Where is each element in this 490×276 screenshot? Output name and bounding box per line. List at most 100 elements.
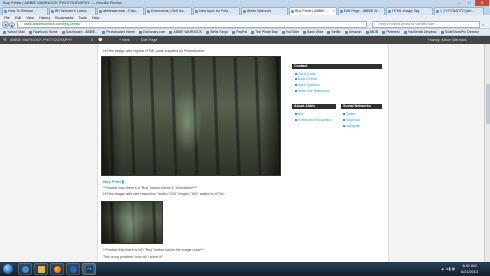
bookmark-icon <box>403 30 407 34</box>
scrollbar-thumb[interactable] <box>486 84 490 124</box>
intro-text: Hi Res Image with regular HTML code supp… <box>103 49 205 53</box>
updates-count[interactable]: 5 <box>91 36 93 44</box>
favicon-icon <box>99 10 102 13</box>
favicon-icon <box>4 10 7 13</box>
contact-link[interactable]: Write Your Testimonial <box>295 89 329 93</box>
about-link[interactable]: Events and Recognition <box>295 118 332 122</box>
bookmark-item[interactable]: Photobucket Home <box>102 29 135 35</box>
firefox-icon[interactable] <box>50 263 64 275</box>
wp-admin-bar: Ⓦ ABBIE WARNOCK PHOTOGRAPHY 5 💬 + New Ed… <box>0 36 490 44</box>
social-link[interactable]: Facebook <box>343 118 360 122</box>
bullet-icon <box>295 118 297 121</box>
bookmark-item[interactable]: SlideShowPro Director <box>440 29 479 35</box>
system-tray[interactable]: ▲ ◂ ▮ ◉ <box>441 266 455 271</box>
bookmark-item[interactable]: Dashboard - ABBIE... <box>61 29 98 35</box>
explorer-icon[interactable] <box>34 263 48 275</box>
comments-icon[interactable]: 💬 <box>98 36 103 44</box>
bookmark-item[interactable]: Bank Wise <box>303 29 323 35</box>
photoshop-icon[interactable]: Ps <box>82 263 96 275</box>
notice-text-2: ***Notice that there is NO "Buy" button … <box>103 248 205 252</box>
admin-howdy[interactable]: Howdy, Abbie Warnock <box>428 36 467 44</box>
bookmark-item[interactable]: PayPal <box>232 29 247 35</box>
navigation-bar: ◂ ▸ www.abbiewarnock.com/buy-prints/ lim… <box>0 20 490 29</box>
home-icon[interactable]: ⌂ <box>482 22 484 27</box>
bookmark-item[interactable]: Netflix <box>327 29 341 35</box>
bookmark-item[interactable]: Yahoo! Mail <box>3 29 25 35</box>
bookmark-item[interactable]: Amazon <box>345 29 361 35</box>
contact-link[interactable]: Ask A Question <box>295 83 320 87</box>
bookmark-item[interactable]: IMDB <box>365 29 378 35</box>
admin-edit-page-link[interactable]: Edit Page <box>141 36 157 44</box>
contact-widget-title: Contact <box>292 64 382 69</box>
tab[interactable]: Edit Page - ABBIE W... <box>338 7 385 15</box>
bookmark-item[interactable]: YouTube <box>281 29 299 35</box>
bullet-icon <box>295 83 297 86</box>
bullet-icon <box>295 72 297 75</box>
tab[interactable]: HTML Image Tag <box>386 7 433 15</box>
media-player-icon[interactable] <box>66 263 80 275</box>
bookmark-icon <box>345 30 348 34</box>
favicon-icon <box>147 10 150 13</box>
social-link[interactable]: Instagram <box>343 124 360 128</box>
search-input[interactable]: limit a hosted photo to specific size <box>372 21 480 28</box>
tab[interactable]: 1_FOTOMOTO pict... <box>434 7 484 15</box>
favicon-icon <box>340 10 343 13</box>
bookmark-icon <box>232 30 236 34</box>
tab[interactable]: How To Reduce ... <box>2 7 48 15</box>
bullet-icon <box>343 112 345 115</box>
contact-link[interactable]: Get A Quote <box>295 72 315 76</box>
taskbar: Ps ▲ ◂ ▮ ◉ 6:41 AM 6/21/2013 <box>0 262 490 276</box>
tab[interactable]: Abbie Warnock <box>241 7 288 15</box>
bookmark-item[interactable]: Wells Fargo <box>206 29 228 35</box>
bookmark-item[interactable]: ABBIE WARNOCK <box>169 29 202 35</box>
favicon-icon <box>388 10 391 13</box>
wordpress-icon[interactable]: Ⓦ <box>3 36 7 44</box>
bullet-icon <box>295 77 297 80</box>
back-button[interactable]: ◂ <box>2 21 9 28</box>
tab[interactable]: New topic for Foto... <box>193 7 240 15</box>
admin-site-link[interactable]: ABBIE WARNOCK PHOTOGRAPHY <box>10 36 72 44</box>
forward-button[interactable]: ▸ <box>9 21 15 28</box>
page-scrollbar[interactable] <box>484 44 490 262</box>
bookmarks-toolbar: Yahoo! Mail Facebook Home Dashboard - AB… <box>0 29 490 36</box>
bookmark-item[interactable]: Facebook Home <box>28 29 58 35</box>
favicon-icon <box>51 10 54 13</box>
windows-start-icon[interactable] <box>3 264 13 274</box>
about-widget-title: About Abbie <box>292 104 336 109</box>
bullet-icon <box>295 112 297 115</box>
ie-icon[interactable] <box>18 263 32 275</box>
bookmark-icon <box>61 30 65 34</box>
bookmark-icon <box>303 30 307 34</box>
bookmark-icon <box>281 30 285 34</box>
social-link[interactable]: Twitter <box>343 112 355 116</box>
social-widget-title: Social Networks <box>341 104 382 109</box>
bookmark-item[interactable]: The Pirate Bay <box>251 29 278 35</box>
bookmark-item[interactable]: Dictionary.com <box>139 29 165 35</box>
about-link[interactable]: Bio <box>295 112 303 116</box>
bookmark-item[interactable]: YouSendit Dropbox <box>403 29 437 35</box>
url-input[interactable]: www.abbiewarnock.com/buy-prints/ <box>17 21 367 28</box>
tab[interactable]: BH Women's Lokes... <box>49 7 96 15</box>
bookmark-icon <box>206 30 210 34</box>
bookmark-icon <box>139 30 143 34</box>
tab[interactable]: abbiewarnock - Foto... <box>97 7 144 15</box>
bullet-icon <box>295 89 297 92</box>
favicon-icon <box>436 10 439 13</box>
favicon-icon <box>195 10 198 13</box>
notice-text-1: ***Notice how there's a "Buy" button bel… <box>103 186 198 190</box>
bookmark-icon <box>365 30 369 34</box>
bullet-icon <box>343 118 345 121</box>
bookmark-icon <box>169 30 173 34</box>
close-tab-icon[interactable]: × <box>333 8 335 15</box>
contact-link[interactable]: Book a Shoot <box>295 77 317 81</box>
tab-active[interactable]: Buy Prints | ABBIE ... × <box>289 7 337 15</box>
buy-print-button[interactable]: Buy Print ▮ <box>103 179 124 184</box>
clock[interactable]: 6:41 AM 6/21/2013 <box>461 263 478 275</box>
bookmark-item[interactable]: Pinterest <box>382 29 400 35</box>
hires-size-text: Hi Res image with size restriction "widt… <box>103 192 226 196</box>
bullet-icon <box>343 124 345 127</box>
clock-date: 6/21/2013 <box>461 270 478 274</box>
admin-new-link[interactable]: + New <box>119 36 130 44</box>
tab[interactable]: Extensions | Self Inv... <box>145 7 192 15</box>
favicon-icon <box>243 10 246 13</box>
